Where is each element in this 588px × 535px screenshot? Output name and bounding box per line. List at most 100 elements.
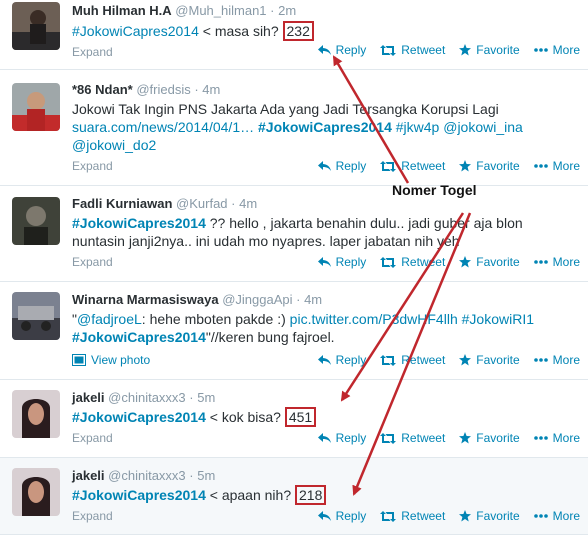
reply-button[interactable]: Reply <box>317 255 366 269</box>
timestamp[interactable]: 5m <box>197 468 215 483</box>
reply-button[interactable]: Reply <box>317 159 366 173</box>
reply-icon <box>317 354 331 365</box>
ellipsis-icon <box>533 48 548 52</box>
star-icon <box>459 256 472 268</box>
fullname[interactable]: jakeli <box>72 468 105 483</box>
tweet-4[interactable]: Winarna Marmasiswaya @JinggaApi · 4m "@f… <box>0 282 588 380</box>
hashtag-link[interactable]: #jkw4p <box>396 119 440 135</box>
star-icon <box>459 160 472 172</box>
retweet-button[interactable]: Retweet <box>380 255 445 269</box>
timestamp[interactable]: 4m <box>304 292 322 307</box>
tweet-text: #JokowiCapres2014 ?? hello , jakarta ben… <box>72 214 523 250</box>
timestamp[interactable]: 4m <box>202 82 220 97</box>
retweet-button[interactable]: Retweet <box>380 509 445 523</box>
hashtag-link[interactable]: #JokowiCapres2014 <box>72 215 206 231</box>
tweet-body: : hehe mboten pakde :) <box>141 311 290 327</box>
tweet-header: *86 Ndan* @friedsis · 4m <box>72 82 220 98</box>
more-button[interactable]: More <box>533 431 580 445</box>
hashtag-link[interactable]: #JokowiRI1 <box>462 311 534 327</box>
fullname[interactable]: Muh Hilman H.A <box>72 3 172 18</box>
timestamp[interactable]: 4m <box>239 196 257 211</box>
avatar[interactable] <box>12 292 60 340</box>
favorite-button[interactable]: Favorite <box>459 353 520 367</box>
more-button[interactable]: More <box>533 353 580 367</box>
favorite-button[interactable]: Favorite <box>459 509 520 523</box>
favorite-button[interactable]: Favorite <box>459 159 520 173</box>
expand-link[interactable]: Expand <box>72 431 113 445</box>
username[interactable]: @Kurfad <box>176 196 228 211</box>
reply-icon <box>317 432 331 443</box>
reply-icon <box>317 160 331 171</box>
avatar[interactable] <box>12 2 60 50</box>
tweet-2[interactable]: *86 Ndan* @friedsis · 4m Jokowi Tak Ingi… <box>0 70 588 186</box>
avatar[interactable] <box>12 197 60 245</box>
url-link[interactable]: pic.twitter.com/P3dwHF4llh <box>290 311 458 327</box>
favorite-button[interactable]: Favorite <box>459 43 520 57</box>
tweet-body: nuntasin janji2nya.. ini udah mo nyapres… <box>72 233 460 249</box>
ellipsis-icon <box>533 514 548 518</box>
more-button[interactable]: More <box>533 159 580 173</box>
mention-link[interactable]: @fadjroeL <box>77 311 142 327</box>
tweet-header: Fadli Kurniawan @Kurfad · 4m <box>72 196 257 212</box>
timestamp[interactable]: 2m <box>278 3 296 18</box>
reply-button[interactable]: Reply <box>317 431 366 445</box>
hashtag-link[interactable]: #JokowiCapres2014 <box>72 23 199 39</box>
username[interactable]: @JinggaApi <box>222 292 292 307</box>
fullname[interactable]: Winarna Marmasiswaya <box>72 292 219 307</box>
reply-button[interactable]: Reply <box>317 509 366 523</box>
retweet-button[interactable]: Retweet <box>380 159 445 173</box>
favorite-button[interactable]: Favorite <box>459 431 520 445</box>
tweet-6[interactable]: jakeli @chinitaxxx3 · 5m #JokowiCapres20… <box>0 458 588 535</box>
tweet-5[interactable]: jakeli @chinitaxxx3 · 5m #JokowiCapres20… <box>0 380 588 458</box>
expand-link[interactable]: Expand <box>72 159 113 173</box>
mention-link[interactable]: @jokowi_ina <box>443 119 523 135</box>
reply-button[interactable]: Reply <box>317 43 366 57</box>
ellipsis-icon <box>533 436 548 440</box>
fullname[interactable]: Fadli Kurniawan <box>72 196 172 211</box>
highlighted-number: 232 <box>282 21 314 41</box>
more-button[interactable]: More <box>533 255 580 269</box>
reply-button[interactable]: Reply <box>317 353 366 367</box>
tweet-text: "@fadjroeL: hehe mboten pakde :) pic.twi… <box>72 310 534 346</box>
fullname[interactable]: *86 Ndan* <box>72 82 133 97</box>
username[interactable]: @Muh_hilman1 <box>175 3 266 18</box>
more-button[interactable]: More <box>533 43 580 57</box>
username[interactable]: @chinitaxxx3 <box>108 468 186 483</box>
expand-link[interactable]: Expand <box>72 255 113 269</box>
separator: · <box>189 468 194 483</box>
tweet-body: < apaan nih? <box>205 487 295 503</box>
favorite-button[interactable]: Favorite <box>459 255 520 269</box>
separator: · <box>270 3 275 18</box>
retweet-button[interactable]: Retweet <box>380 431 445 445</box>
fullname[interactable]: jakeli <box>72 390 105 405</box>
hashtag-link[interactable]: #JokowiCapres2014 <box>258 119 392 135</box>
mention-link[interactable]: @jokowi_do2 <box>72 137 156 153</box>
retweet-button[interactable]: Retweet <box>380 353 445 367</box>
more-button[interactable]: More <box>533 509 580 523</box>
username[interactable]: @chinitaxxx3 <box>108 390 186 405</box>
tweet-text: #JokowiCapres2014 < masa sih? 232 <box>72 21 314 41</box>
hashtag-link[interactable]: #JokowiCapres2014 <box>72 409 206 425</box>
tweet-header: Muh Hilman H.A @Muh_hilman1 · 2m <box>72 3 296 19</box>
retweet-button[interactable]: Retweet <box>380 43 445 57</box>
reply-icon <box>317 256 331 267</box>
tweet-header: jakeli @chinitaxxx3 · 5m <box>72 468 215 484</box>
highlighted-number: 451 <box>284 407 317 427</box>
username[interactable]: @friedsis <box>136 82 190 97</box>
view-photo-link[interactable]: View photo <box>72 353 150 367</box>
avatar[interactable] <box>12 83 60 131</box>
expand-link[interactable]: Expand <box>72 509 113 523</box>
tweet-1[interactable]: Muh Hilman H.A @Muh_hilman1 · 2m #Jokowi… <box>0 0 588 70</box>
tweet-3[interactable]: Fadli Kurniawan @Kurfad · 4m #JokowiCapr… <box>0 186 588 282</box>
avatar[interactable] <box>12 390 60 438</box>
timestamp[interactable]: 5m <box>197 390 215 405</box>
separator: · <box>231 196 236 211</box>
hashtag-link[interactable]: #JokowiCapres2014 <box>72 487 206 503</box>
tweet-header: jakeli @chinitaxxx3 · 5m <box>72 390 215 406</box>
annotation-label: Nomer Togel <box>392 182 477 198</box>
star-icon <box>459 44 472 56</box>
avatar[interactable] <box>12 468 60 516</box>
hashtag-link[interactable]: #JokowiCapres2014 <box>72 329 206 345</box>
url-link[interactable]: suara.com/news/2014/04/1… <box>72 119 254 135</box>
expand-link[interactable]: Expand <box>72 45 113 59</box>
